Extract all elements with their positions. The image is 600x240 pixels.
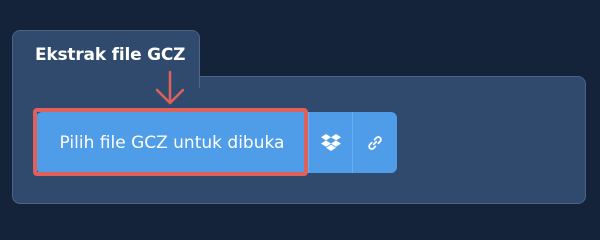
dropbox-icon: [321, 133, 341, 151]
down-arrow-annotation-icon: [155, 70, 185, 105]
link-icon: [368, 135, 382, 150]
file-picker-button-group: Pilih file GCZ untuk dibuka: [36, 112, 397, 173]
link-button[interactable]: [352, 112, 397, 173]
tab-title: Ekstrak file GCZ: [35, 45, 186, 65]
dropbox-button[interactable]: [308, 112, 353, 173]
choose-file-button[interactable]: Pilih file GCZ untuk dibuka: [36, 112, 308, 173]
